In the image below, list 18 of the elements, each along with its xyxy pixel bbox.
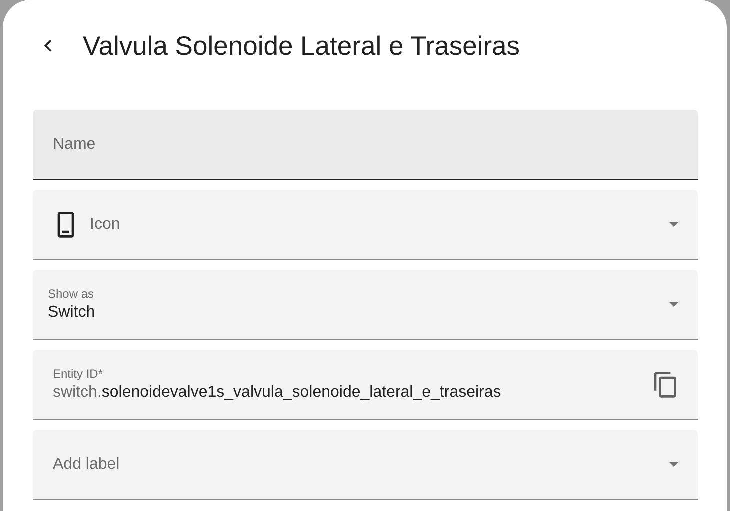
dropdown-caret-icon bbox=[669, 302, 679, 307]
field-placeholder: Add label bbox=[53, 456, 121, 474]
field-placeholder: Name bbox=[53, 136, 97, 154]
label-select[interactable]: Add label bbox=[33, 430, 698, 500]
chevron-left-icon bbox=[44, 40, 52, 52]
show-as-select[interactable]: Show as Switch bbox=[33, 270, 698, 340]
back-button[interactable] bbox=[44, 40, 52, 52]
dropdown-caret-icon bbox=[669, 222, 679, 227]
name-field[interactable]: Name bbox=[33, 110, 698, 180]
field-value: switch.solenoidevalve1s_valvula_solenoide_lateral_e_traseiras bbox=[53, 384, 502, 402]
dialog-title: Valvula Solenoide Lateral e Traseiras bbox=[83, 30, 520, 62]
field-label: Show as bbox=[48, 287, 96, 301]
icon-select[interactable]: Icon bbox=[33, 190, 698, 260]
field-placeholder: Icon bbox=[90, 216, 122, 234]
entity-id-field[interactable]: Entity ID* switch.solenoidevalve1s_valvula_solenoide_lateral_e_traseiras bbox=[33, 350, 698, 420]
field-label: Entity ID* bbox=[53, 367, 104, 381]
dropdown-caret-icon bbox=[669, 462, 679, 467]
field-value: Switch bbox=[48, 304, 96, 322]
